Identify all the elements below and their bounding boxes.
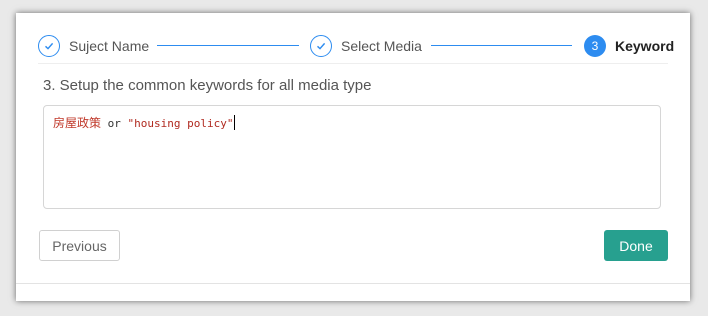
check-icon — [38, 35, 60, 57]
wizard-dialog: Suject Name Select Media 3 Keyword 3. Se… — [16, 13, 690, 301]
keyword-term-english: "housing policy" — [127, 117, 234, 130]
keyword-text[interactable]: 房屋政策 or "housing policy" — [53, 115, 236, 132]
divider — [38, 63, 668, 64]
step-number-badge: 3 — [584, 35, 606, 57]
keyword-editor[interactable]: 房屋政策 or "housing policy" — [43, 105, 661, 209]
check-icon — [310, 35, 332, 57]
divider — [16, 283, 690, 284]
step-label: Select Media — [341, 38, 422, 54]
text-caret — [234, 115, 236, 130]
previous-button[interactable]: Previous — [39, 230, 120, 261]
step-keyword[interactable]: 3 Keyword — [584, 33, 674, 59]
step-label: Keyword — [615, 38, 675, 54]
step-label: Suject Name — [69, 38, 150, 54]
stepper: Suject Name Select Media 3 Keyword — [38, 33, 674, 59]
section-title: 3. Setup the common keywords for all med… — [43, 77, 372, 94]
step-subject-name[interactable]: Suject Name — [38, 33, 149, 59]
step-select-media[interactable]: Select Media — [310, 33, 422, 59]
step-connector — [157, 45, 299, 46]
window-frame: Suject Name Select Media 3 Keyword 3. Se… — [0, 0, 708, 316]
keyword-term-chinese: 房屋政策 — [53, 116, 102, 130]
done-button[interactable]: Done — [604, 230, 668, 261]
keyword-operator: or — [107, 117, 121, 130]
step-connector — [431, 45, 572, 46]
